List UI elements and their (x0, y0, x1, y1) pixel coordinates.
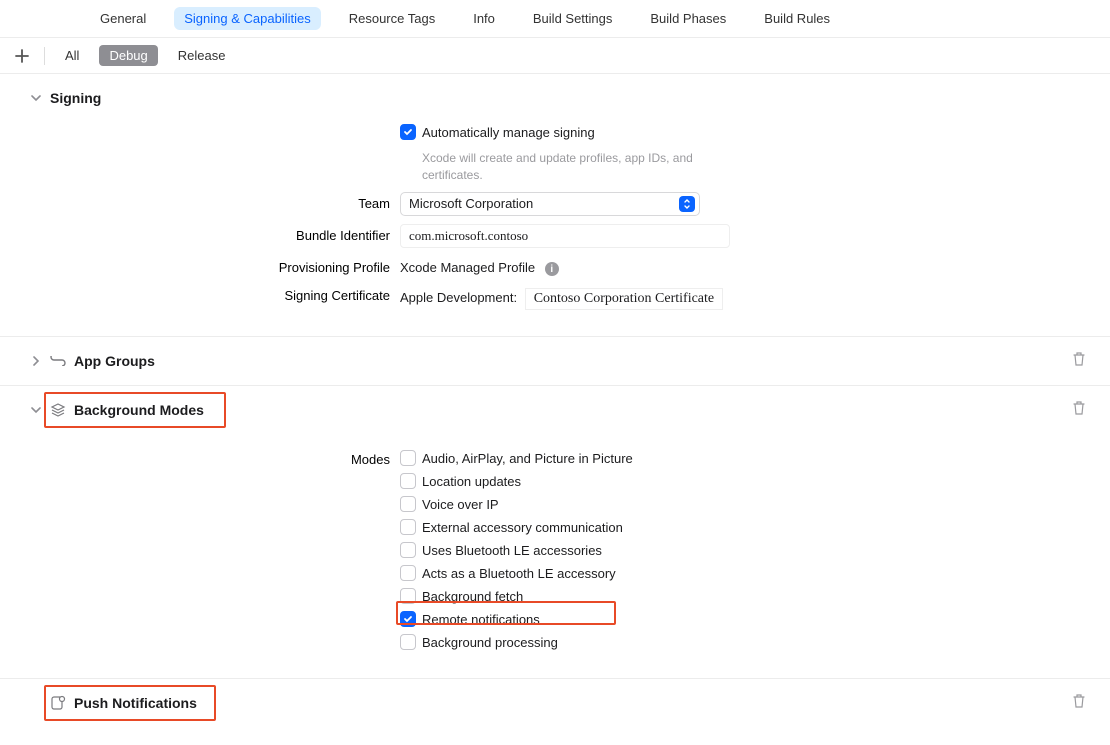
section-background-modes: Background Modes Modes Audio, AirPlay, a… (0, 386, 1110, 679)
mode-label: Remote notifications (422, 612, 540, 627)
filter-debug[interactable]: Debug (99, 45, 157, 66)
mode-label: External accessory communication (422, 520, 623, 535)
signing-cert-label: Signing Certificate (260, 284, 400, 303)
mode-label: Background processing (422, 635, 558, 650)
tab-build-rules[interactable]: Build Rules (754, 7, 840, 30)
section-signing-title: Signing (50, 90, 101, 106)
team-select[interactable]: Microsoft Corporation (400, 192, 700, 216)
section-signing: Signing Automatically manage signing Xco… (0, 74, 1110, 337)
mode-label: Audio, AirPlay, and Picture in Picture (422, 451, 633, 466)
section-signing-header[interactable]: Signing (20, 88, 1090, 108)
mode-label: Background fetch (422, 589, 523, 604)
mode-row: External accessory communication (400, 517, 1090, 537)
section-app-groups-title: App Groups (74, 353, 155, 369)
mode-checkbox[interactable] (400, 611, 416, 627)
mode-checkbox[interactable] (400, 565, 416, 581)
mode-row: Remote notifications (400, 609, 1090, 629)
tab-info[interactable]: Info (463, 7, 505, 30)
section-push-notifications-title: Push Notifications (74, 695, 197, 711)
tab-signing-capabilities[interactable]: Signing & Capabilities (174, 7, 320, 30)
mode-label: Uses Bluetooth LE accessories (422, 543, 602, 558)
mode-checkbox[interactable] (400, 450, 416, 466)
info-icon[interactable]: i (545, 262, 559, 276)
team-label: Team (280, 192, 400, 211)
mode-checkbox[interactable] (400, 473, 416, 489)
auto-manage-signing-label: Automatically manage signing (422, 125, 595, 140)
section-push-notifications-header[interactable]: Push Notifications (20, 693, 1090, 713)
bundle-id-field[interactable]: com.microsoft.contoso (400, 224, 730, 248)
config-filter-bar: All Debug Release (0, 38, 1110, 74)
chevron-right-icon (31, 355, 41, 367)
section-app-groups: App Groups (0, 337, 1110, 386)
stack-icon (50, 402, 66, 418)
push-icon (50, 695, 66, 711)
team-select-value: Microsoft Corporation (409, 196, 533, 211)
select-arrows-icon (679, 196, 695, 212)
mode-checkbox[interactable] (400, 519, 416, 535)
mode-row: Voice over IP (400, 494, 1090, 514)
mode-label: Location updates (422, 474, 521, 489)
mode-checkbox[interactable] (400, 634, 416, 650)
chevron-down-icon (30, 93, 42, 103)
mode-row: Audio, AirPlay, and Picture in Picture (400, 448, 1090, 468)
tab-build-phases[interactable]: Build Phases (640, 7, 736, 30)
add-capability-button[interactable] (10, 44, 34, 68)
mode-checkbox[interactable] (400, 542, 416, 558)
auto-manage-signing-checkbox[interactable] (400, 124, 416, 140)
section-push-notifications: Push Notifications (0, 679, 1110, 731)
provisioning-profile-label: Provisioning Profile (260, 256, 400, 275)
modes-list: Audio, AirPlay, and Picture in Picture Lo… (400, 448, 1090, 652)
bundle-id-label: Bundle Identifier (280, 224, 400, 243)
link-icon (50, 353, 66, 369)
delete-background-modes-button[interactable] (1072, 400, 1086, 419)
mode-checkbox[interactable] (400, 588, 416, 604)
mode-row: Uses Bluetooth LE accessories (400, 540, 1090, 560)
modes-label: Modes (320, 448, 400, 467)
chevron-down-icon (30, 405, 42, 415)
filter-all[interactable]: All (55, 45, 89, 66)
section-background-modes-header[interactable]: Background Modes (20, 400, 1090, 420)
tab-build-settings[interactable]: Build Settings (523, 7, 623, 30)
provisioning-profile-value: Xcode Managed Profile (400, 260, 535, 275)
mode-row: Background fetch (400, 586, 1090, 606)
mode-checkbox[interactable] (400, 496, 416, 512)
signing-cert-value: Contoso Corporation Certificate (525, 288, 723, 310)
section-background-modes-title: Background Modes (74, 402, 204, 418)
mode-row: Acts as a Bluetooth LE accessory (400, 563, 1090, 583)
delete-push-notifications-button[interactable] (1072, 693, 1086, 712)
bundle-id-value: com.microsoft.contoso (409, 228, 528, 244)
editor-tabs: General Signing & Capabilities Resource … (0, 0, 1110, 38)
mode-label: Voice over IP (422, 497, 499, 512)
tab-general[interactable]: General (90, 7, 156, 30)
section-app-groups-header[interactable]: App Groups (20, 351, 1090, 371)
filter-release[interactable]: Release (168, 45, 236, 66)
signing-cert-prefix: Apple Development: (400, 290, 517, 305)
mode-label: Acts as a Bluetooth LE accessory (422, 566, 616, 581)
tab-resource-tags[interactable]: Resource Tags (339, 7, 445, 30)
mode-row: Background processing (400, 632, 1090, 652)
auto-manage-signing-help: Xcode will create and update profiles, a… (422, 150, 722, 184)
delete-app-groups-button[interactable] (1072, 351, 1086, 370)
mode-row: Location updates (400, 471, 1090, 491)
